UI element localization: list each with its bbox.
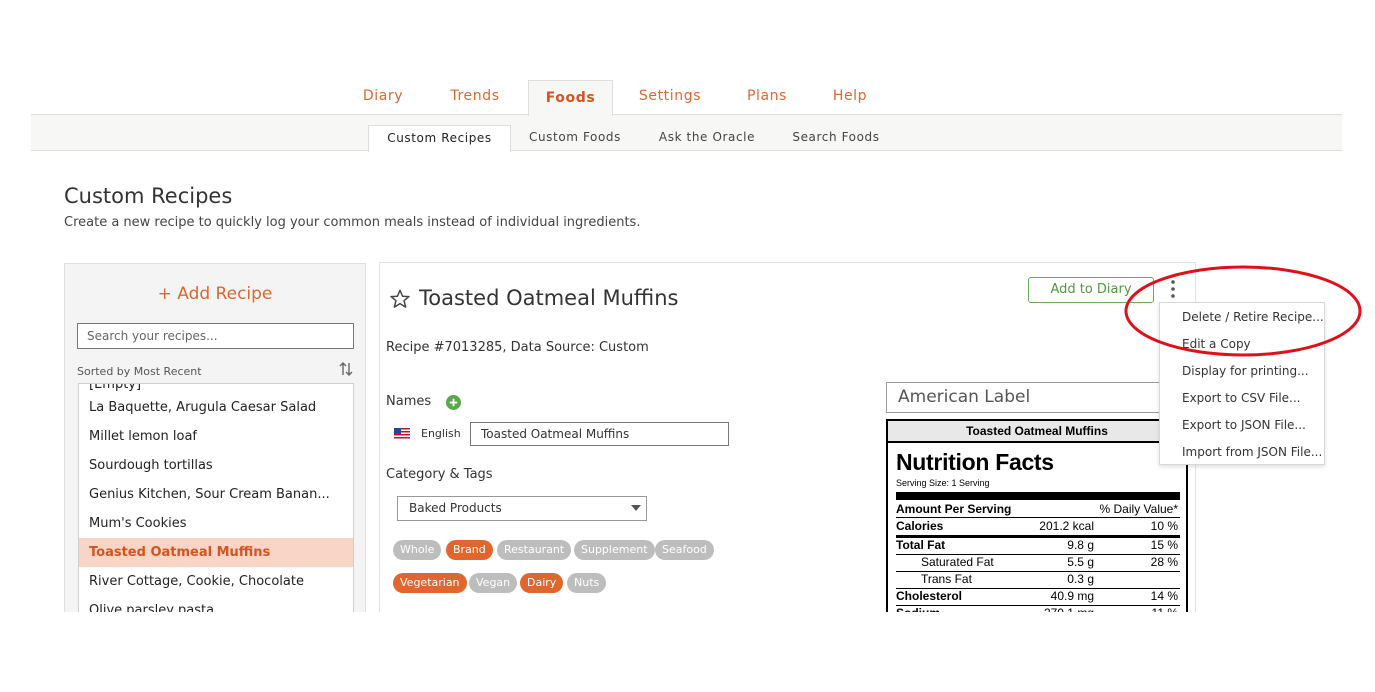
tag-brand[interactable]: Brand: [446, 540, 493, 560]
nutrient-value: 40.9 mg: [1050, 589, 1094, 603]
menu-item-delete-retire[interactable]: Delete / Retire Recipe...: [1182, 310, 1324, 324]
chevron-down-icon: [631, 505, 641, 511]
sort-label: Sorted by Most Recent: [77, 365, 202, 378]
nutrient-percent: 15 %: [1150, 538, 1178, 552]
recipe-list-item[interactable]: Genius Kitchen, Sour Cream Banan...: [79, 480, 353, 509]
daily-value-label: % Daily Value*: [1099, 502, 1178, 516]
nutrition-divider: [896, 492, 1180, 500]
nutrition-row-calories: Calories 201.2 kcal 10 %: [896, 518, 1180, 535]
nutrient-percent: 28 %: [1150, 555, 1178, 569]
nutrition-header-row: Amount Per Serving % Daily Value*: [896, 501, 1180, 518]
recipe-list-item[interactable]: Millet lemon loaf: [79, 422, 353, 451]
tag-vegan[interactable]: Vegan: [469, 573, 518, 593]
tag-vegetarian[interactable]: Vegetarian: [393, 573, 467, 593]
nutrient-value: 5.5 g: [1067, 555, 1094, 569]
nutrient-value: 0.3 g: [1067, 572, 1094, 586]
category-tags-label: Category & Tags: [386, 467, 493, 482]
add-name-icon[interactable]: [446, 395, 461, 410]
menu-item-edit-copy[interactable]: Edit a Copy: [1182, 337, 1251, 351]
recipe-list-item[interactable]: Sourdough tortillas: [79, 451, 353, 480]
recipe-list-item[interactable]: La Baquette, Arugula Caesar Salad: [79, 393, 353, 422]
amount-per-serving-label: Amount Per Serving: [896, 502, 1012, 516]
menu-item-export-json[interactable]: Export to JSON File...: [1182, 418, 1306, 432]
recipe-name-input[interactable]: [470, 422, 729, 446]
page-subtitle: Create a new recipe to quickly log your …: [64, 215, 641, 230]
nutrition-row-saturated-fat: Saturated Fat 5.5 g 28 %: [896, 554, 1180, 571]
label-type-select[interactable]: American Label: [886, 382, 1188, 413]
more-options-icon[interactable]: [1166, 279, 1180, 299]
recipe-list-item[interactable]: Mum's Cookies: [79, 509, 353, 538]
tag-restaurant[interactable]: Restaurant: [497, 540, 572, 560]
subtab-custom-foods[interactable]: Custom Foods: [516, 125, 634, 151]
nutrient-name: Calories: [896, 519, 944, 533]
subtab-custom-recipes[interactable]: Custom Recipes: [368, 125, 511, 152]
tab-diary[interactable]: Diary: [342, 80, 424, 115]
category-select[interactable]: Baked Products: [397, 496, 647, 521]
tab-trends[interactable]: Trends: [430, 80, 520, 115]
recipe-meta: Recipe #7013285, Data Source: Custom: [386, 340, 649, 355]
nutrition-facts-title: Nutrition Facts: [896, 449, 1054, 475]
tab-settings[interactable]: Settings: [623, 80, 717, 115]
nutrient-value: 9.8 g: [1067, 538, 1094, 552]
us-flag-icon: [394, 428, 410, 439]
tag-whole[interactable]: Whole: [393, 540, 442, 560]
tag-seafood[interactable]: Seafood: [655, 540, 714, 560]
nutrition-row-cholesterol: Cholesterol 40.9 mg 14 %: [896, 588, 1180, 605]
recipe-list-item-selected[interactable]: Toasted Oatmeal Muffins: [79, 538, 353, 567]
nutrient-name: Cholesterol: [896, 589, 963, 603]
nutrient-value: 201.2 kcal: [1039, 519, 1094, 533]
nutrition-row-total-fat: Total Fat 9.8 g 15 %: [896, 537, 1180, 554]
recipe-list-item[interactable]: River Cottage, Cookie, Chocolate: [79, 567, 353, 596]
tag-supplement[interactable]: Supplement: [574, 540, 655, 560]
recipe-options-menu: Delete / Retire Recipe... Edit a Copy Di…: [1159, 302, 1325, 465]
nutrient-percent: 10 %: [1150, 519, 1178, 533]
recipe-title: Toasted Oatmeal Muffins: [419, 286, 679, 310]
tag-dairy[interactable]: Dairy: [520, 573, 564, 593]
favorite-star-icon[interactable]: [389, 288, 411, 310]
sort-toggle-icon[interactable]: [339, 361, 353, 377]
serving-size: Serving Size: 1 Serving: [896, 478, 990, 488]
nutrition-label-header: Toasted Oatmeal Muffins: [888, 421, 1186, 443]
add-recipe-button[interactable]: + Add Recipe: [65, 284, 365, 304]
nutrient-name: Total Fat: [896, 538, 946, 552]
tab-plans[interactable]: Plans: [727, 80, 807, 115]
recipe-list[interactable]: [Empty] La Baquette, Arugula Caesar Sala…: [78, 383, 354, 623]
subtab-search-foods[interactable]: Search Foods: [778, 125, 894, 151]
tab-help[interactable]: Help: [815, 80, 885, 115]
subtab-ask-the-oracle[interactable]: Ask the Oracle: [646, 125, 768, 151]
menu-item-export-csv[interactable]: Export to CSV File...: [1182, 391, 1301, 405]
tab-foods[interactable]: Foods: [528, 80, 613, 116]
page-title: Custom Recipes: [64, 184, 233, 208]
names-label: Names: [386, 394, 432, 409]
page-bottom-edge: [0, 612, 1375, 692]
recipe-search-input[interactable]: [77, 323, 354, 349]
nutrition-facts-label: Toasted Oatmeal Muffins Nutrition Facts …: [886, 419, 1188, 629]
nutrient-percent: 14 %: [1150, 589, 1178, 603]
nutrient-name: Saturated Fat: [921, 555, 994, 569]
tag-nuts[interactable]: Nuts: [567, 573, 607, 593]
nutrient-name: Trans Fat: [921, 572, 972, 586]
menu-item-import-json[interactable]: Import from JSON File...: [1182, 445, 1322, 459]
recipe-sidebar: + Add Recipe Sorted by Most Recent [Empt…: [64, 263, 366, 623]
menu-item-display-printing[interactable]: Display for printing...: [1182, 364, 1309, 378]
language-label: English: [421, 427, 461, 440]
add-to-diary-button[interactable]: Add to Diary: [1028, 277, 1154, 303]
nutrition-row-trans-fat: Trans Fat 0.3 g: [896, 571, 1180, 588]
